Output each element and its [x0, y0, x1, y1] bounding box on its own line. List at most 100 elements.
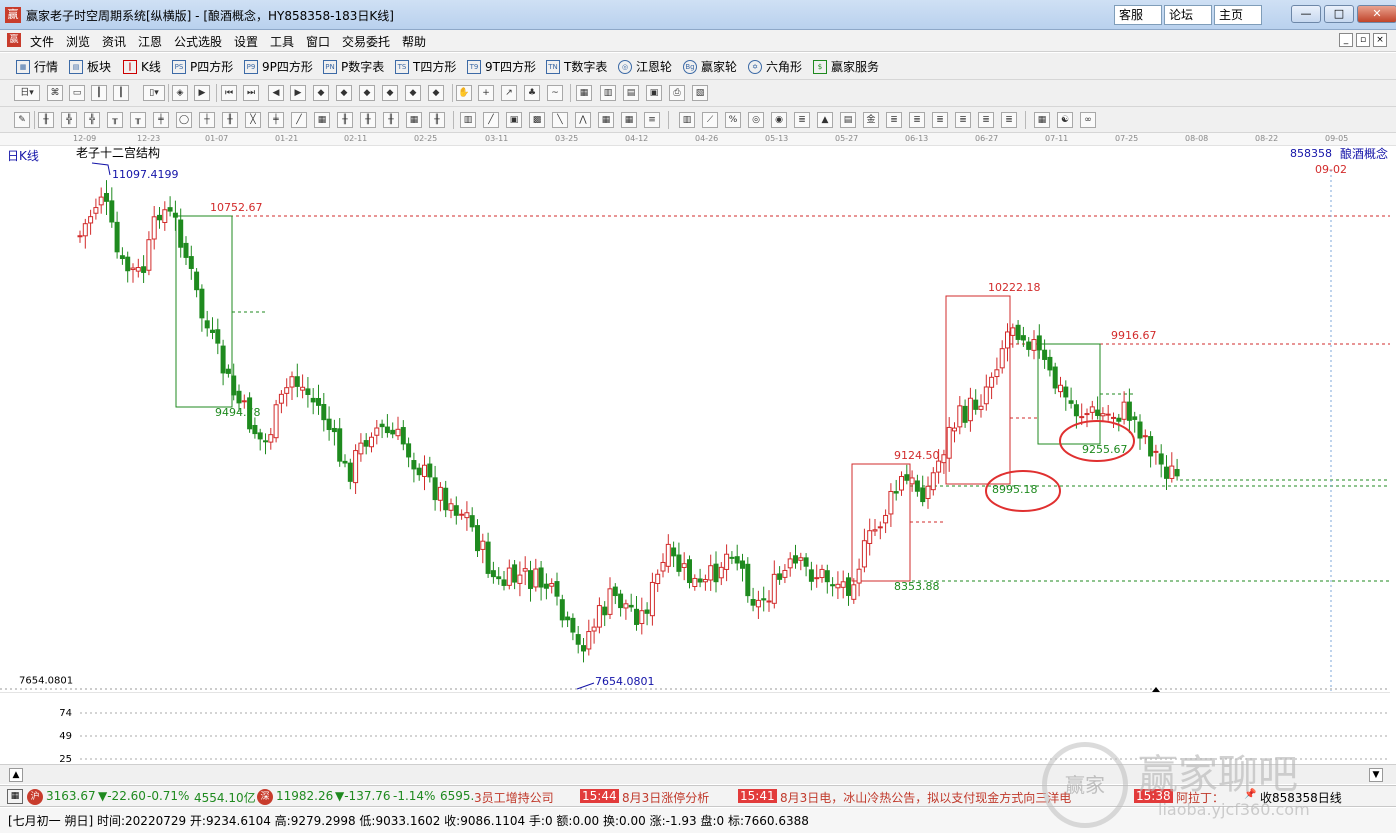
kline-chart[interactable]: 日K线 老子十二宫结构 858358 酿酒概念 09-02 11097.4199…	[0, 146, 1390, 764]
toolbar-9p-square-button[interactable]: P9 9P四方形	[244, 59, 313, 75]
toolbar-sector-button[interactable]: ▤ 板块	[69, 59, 111, 75]
menu-help[interactable]: 帮助	[402, 33, 426, 50]
close-button[interactable]: ✕	[1357, 5, 1396, 23]
toolbar-p-number-button[interactable]: PN P数字表	[323, 59, 384, 75]
reset-icon[interactable]: ◆	[428, 85, 444, 101]
zoom-down-icon[interactable]: ◆	[336, 85, 352, 101]
square-tool-icon[interactable]: ▣	[506, 112, 522, 128]
line-tool-15-icon[interactable]: ╫	[383, 112, 399, 128]
toolbar-gann-wheel-button[interactable]: ◎ 江恩轮	[618, 59, 672, 75]
fib-tool-5-icon[interactable]: ≣	[886, 112, 902, 128]
save-icon[interactable]: ▣	[646, 85, 662, 101]
news-ticker-text[interactable]: 8月3日涨停分析	[622, 789, 709, 806]
zoom-in-icon[interactable]: ◆	[359, 85, 375, 101]
toolbar-kline-button[interactable]: ┃ K线	[123, 59, 161, 75]
line-tool-9-icon[interactable]: ╳	[245, 112, 261, 128]
slash-tool-icon[interactable]: ⟋	[702, 112, 718, 128]
line-tool-16-icon[interactable]: ▦	[406, 112, 422, 128]
last-page-icon[interactable]: ⏭	[243, 85, 259, 101]
candle-type-dropdown[interactable]: ▯▾	[143, 85, 165, 101]
menu-gann[interactable]: 江恩	[138, 33, 162, 50]
fib-circle-icon[interactable]: ◉	[771, 112, 787, 128]
palette-icon[interactable]: ◈	[172, 85, 188, 101]
news-ticker-text[interactable]: 8月3日电，冰山冷热公告，拟以支付现金方式向三洋电	[780, 789, 1071, 806]
grid-tool-icon[interactable]: ▩	[529, 112, 545, 128]
line-tool-14-icon[interactable]: ╫	[360, 112, 376, 128]
percent-tool-icon[interactable]: %	[725, 112, 741, 128]
mdi-restore-button[interactable]: ▫	[1356, 33, 1370, 47]
table-icon[interactable]: ▦	[7, 789, 23, 804]
fib-tool-2-icon[interactable]: ≣	[794, 112, 810, 128]
menu-tools[interactable]: 工具	[270, 33, 294, 50]
zoom-out-icon[interactable]: ◆	[382, 85, 398, 101]
crosshair-icon[interactable]: +	[478, 85, 494, 101]
arrow-left-icon[interactable]: ◀	[268, 85, 284, 101]
fib-tool-1-icon[interactable]: ▥	[460, 112, 476, 128]
pen-icon[interactable]: ✎	[14, 112, 30, 128]
fan-tool-icon[interactable]: ╱	[483, 112, 499, 128]
toolbar-hexagon-button[interactable]: ✡ 六角形	[748, 59, 802, 75]
cursor-icon[interactable]: ↗	[501, 85, 517, 101]
menu-settings[interactable]: 设置	[234, 33, 258, 50]
line-tool-13-icon[interactable]: ╫	[337, 112, 353, 128]
news-ticker-text[interactable]: 阿拉丁：	[1176, 789, 1224, 806]
line-tool-7-icon[interactable]: ┼	[199, 112, 215, 128]
line-tool-10-icon[interactable]: ╪	[268, 112, 284, 128]
mdi-minimize-button[interactable]: _	[1339, 33, 1353, 47]
fib-tool-7-icon[interactable]: ≣	[932, 112, 948, 128]
minimize-button[interactable]: —	[1291, 5, 1321, 23]
line-tool-8-icon[interactable]: ╫	[222, 112, 238, 128]
chart-window-icon[interactable]: ▥	[600, 85, 616, 101]
menu-news[interactable]: 资讯	[102, 33, 126, 50]
line-tool-4-icon[interactable]: ╥	[107, 112, 123, 128]
circle-tool-icon[interactable]: ◯	[176, 112, 192, 128]
toolbar-winner-wheel-button[interactable]: Bg 赢家轮	[683, 59, 737, 75]
fib-tool-10-icon[interactable]: ≣	[1001, 112, 1017, 128]
mdi-close-button[interactable]: ×	[1373, 33, 1387, 47]
tree-icon[interactable]: ♣	[524, 85, 540, 101]
toolbar-winner-service-button[interactable]: $ 赢家服务	[813, 59, 879, 75]
line-tool-6-icon[interactable]: ╪	[153, 112, 169, 128]
grid-view-icon[interactable]: ▦	[1034, 112, 1050, 128]
page-icon[interactable]: ▭	[69, 85, 85, 101]
yin-yang-icon[interactable]: ☯	[1057, 112, 1073, 128]
toolbar-market-button[interactable]: ▦ 行情	[16, 59, 58, 75]
menu-window[interactable]: 窗口	[306, 33, 330, 50]
menu-browse[interactable]: 浏览	[66, 33, 90, 50]
menu-file[interactable]: 文件	[30, 33, 54, 50]
fib-tool-9-icon[interactable]: ≣	[978, 112, 994, 128]
print-icon[interactable]: ⎙	[669, 85, 685, 101]
first-page-icon[interactable]: ⏮	[221, 85, 237, 101]
fib-tool-6-icon[interactable]: ≣	[909, 112, 925, 128]
export-icon[interactable]: ▧	[692, 85, 708, 101]
scroll-down-icon[interactable]: ▼	[1369, 768, 1383, 782]
candles-small-icon[interactable]: ┃	[113, 85, 129, 101]
menu-trade[interactable]: 交易委托	[342, 33, 390, 50]
news-ticker-text[interactable]: 3员工增持公司	[474, 789, 554, 806]
volume-panel[interactable]: 74 49 25	[0, 692, 1390, 764]
calendar-icon[interactable]: ▦	[576, 85, 592, 101]
compass-icon[interactable]: ⌘	[47, 85, 63, 101]
fib-tool-3-icon[interactable]: ▲	[817, 112, 833, 128]
fib-tool-4-icon[interactable]: ▤	[840, 112, 856, 128]
line-tool-11-icon[interactable]: ╱	[291, 112, 307, 128]
toolbar-t-number-button[interactable]: TN T数字表	[546, 59, 607, 75]
ruler-tool-icon[interactable]: ▥	[679, 112, 695, 128]
line-tool-3-icon[interactable]: ╬	[84, 112, 100, 128]
line-tool-2-icon[interactable]: ╬	[61, 112, 77, 128]
period-day-dropdown[interactable]: 日▾	[14, 85, 40, 101]
customer-service-link[interactable]: 客服	[1114, 5, 1162, 25]
arrow-right-icon[interactable]: ▶	[290, 85, 306, 101]
zoom-up-icon[interactable]: ◆	[313, 85, 329, 101]
cycle-tool-icon[interactable]: ◎	[748, 112, 764, 128]
chart-scroll-strip[interactable]: ▲ ▼	[0, 764, 1396, 784]
maximize-button[interactable]: □	[1324, 5, 1354, 23]
box-tool-icon[interactable]: ▦	[598, 112, 614, 128]
line-tool-12-icon[interactable]: ▦	[314, 112, 330, 128]
toolbar-t-square-button[interactable]: TS T四方形	[395, 59, 456, 75]
toolbar-9t-square-button[interactable]: T9 9T四方形	[467, 59, 536, 75]
bars-icon[interactable]: ┃	[91, 85, 107, 101]
fib-tool-8-icon[interactable]: ≣	[955, 112, 971, 128]
wave-icon[interactable]: ~	[547, 85, 563, 101]
forum-link[interactable]: 论坛	[1164, 5, 1212, 25]
